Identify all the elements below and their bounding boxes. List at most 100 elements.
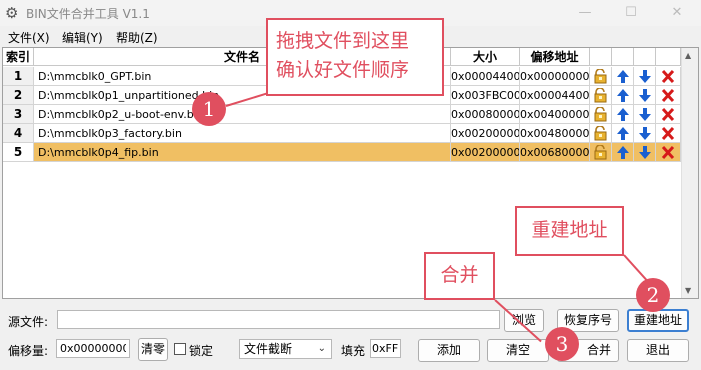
up-cell <box>612 105 634 124</box>
header-offset[interactable]: 偏移地址 <box>520 48 590 66</box>
row-index: 3 <box>3 105 34 124</box>
move-down-icon[interactable] <box>637 69 653 84</box>
row-filename: D:\mmcblk0p2_u-boot-env.bin <box>34 105 451 124</box>
row-index: 1 <box>3 67 34 86</box>
move-up-icon[interactable] <box>615 126 631 141</box>
drag-annotation-line2: 确认好文件顺序 <box>276 59 410 81</box>
lock-icon[interactable] <box>593 87 609 103</box>
down-cell <box>634 105 656 124</box>
down-cell <box>634 67 656 86</box>
exit-button[interactable]: 退出 <box>627 339 689 362</box>
lock-cell <box>590 143 612 162</box>
table-row[interactable]: 5 D:\mmcblk0p4_fip.bin 0x00200000 0x0068000… <box>3 143 681 162</box>
badge-3: 3 <box>545 327 579 361</box>
row-size: 0x00004400 <box>451 67 520 86</box>
rebuild-address-button[interactable]: 重建地址 <box>627 309 689 332</box>
delete-icon[interactable] <box>660 88 676 103</box>
lock-checkbox[interactable] <box>174 343 186 355</box>
offset-label: 偏移量: <box>8 344 49 358</box>
lock-icon[interactable] <box>593 68 609 84</box>
move-up-icon[interactable] <box>615 88 631 103</box>
source-file-input[interactable] <box>57 310 500 329</box>
move-up-icon[interactable] <box>615 107 631 122</box>
scroll-down-icon[interactable]: ▼ <box>685 286 691 295</box>
header-size[interactable]: 大小 <box>451 48 520 66</box>
move-down-icon[interactable] <box>637 88 653 103</box>
source-label: 源文件: <box>8 315 49 329</box>
window-title: BIN文件合并工具 V1.1 <box>26 7 150 21</box>
lock-cell <box>590 124 612 143</box>
row-filename: D:\mmcblk0p4_fip.bin <box>34 143 451 162</box>
drag-annotation-line1: 拖拽文件到这里 <box>276 30 410 52</box>
minimize-icon[interactable]: — <box>570 3 600 23</box>
header-index[interactable]: 索引 <box>3 48 34 66</box>
up-cell <box>612 124 634 143</box>
move-down-icon[interactable] <box>637 145 653 160</box>
lock-cell <box>590 105 612 124</box>
lock-cell <box>590 67 612 86</box>
rebuild-annotation-box: 重建地址 <box>515 206 624 256</box>
lock-icon[interactable] <box>593 125 609 141</box>
lock-icon[interactable] <box>593 144 609 160</box>
up-cell <box>612 67 634 86</box>
move-up-icon[interactable] <box>615 145 631 160</box>
row-size: 0x00080000 <box>451 105 520 124</box>
row-size: 0x003FBC00 <box>451 86 520 105</box>
fill-label: 填充 <box>341 344 366 358</box>
row-index: 2 <box>3 86 34 105</box>
mode-selected-value: 文件截断 <box>244 342 293 356</box>
row-offset: 0x00004400 <box>520 86 590 105</box>
vertical-scrollbar[interactable]: ▲ ▼ <box>681 48 698 298</box>
delete-icon[interactable] <box>660 107 676 122</box>
header-delete-col <box>656 48 681 66</box>
up-cell <box>612 143 634 162</box>
chevron-down-icon: ⌄ <box>317 343 326 354</box>
row-filename: D:\mmcblk0p3_factory.bin <box>34 124 451 143</box>
add-button[interactable]: 添加 <box>418 339 480 362</box>
row-offset: 0x00000000 <box>520 67 590 86</box>
lock-label: 锁定 <box>189 344 214 358</box>
header-lock-col <box>590 48 612 66</box>
table-row[interactable]: 3 D:\mmcblk0p2_u-boot-env.bin 0x00080000 0x… <box>3 105 681 124</box>
delete-icon[interactable] <box>660 126 676 141</box>
row-index: 4 <box>3 124 34 143</box>
delete-cell <box>656 67 681 86</box>
down-cell <box>634 124 656 143</box>
row-index: 5 <box>3 143 34 162</box>
lock-cell <box>590 86 612 105</box>
delete-cell <box>656 86 681 105</box>
up-cell <box>612 86 634 105</box>
move-down-icon[interactable] <box>637 107 653 122</box>
merge-annotation-box: 合并 <box>424 252 495 300</box>
header-down-col <box>634 48 656 66</box>
mode-select[interactable]: 文件截断 ⌄ <box>239 339 332 359</box>
move-up-icon[interactable] <box>615 69 631 84</box>
row-offset: 0x00680000 <box>520 143 590 162</box>
delete-cell <box>656 105 681 124</box>
app-gear-icon: ⚙ <box>5 4 19 22</box>
clear-zero-button[interactable]: 清零 <box>138 338 168 361</box>
move-down-icon[interactable] <box>637 126 653 141</box>
menu-edit[interactable]: 编辑(Y) <box>62 29 103 46</box>
lock-icon[interactable] <box>593 106 609 122</box>
close-icon[interactable]: ✕ <box>662 3 692 23</box>
maximize-icon[interactable]: ☐ <box>616 3 646 23</box>
drag-annotation-box: 拖拽文件到这里 确认好文件顺序 <box>266 18 444 96</box>
table-row[interactable]: 4 D:\mmcblk0p3_factory.bin 0x00200000 0x004… <box>3 124 681 143</box>
row-size: 0x00200000 <box>451 143 520 162</box>
badge-2: 2 <box>636 278 670 312</box>
scroll-up-icon[interactable]: ▲ <box>685 51 691 60</box>
delete-cell <box>656 124 681 143</box>
badge-1: 1 <box>192 92 226 126</box>
delete-icon[interactable] <box>660 145 676 160</box>
menu-help[interactable]: 帮助(Z) <box>116 29 158 46</box>
row-offset: 0x00400000 <box>520 105 590 124</box>
menu-file[interactable]: 文件(X) <box>8 29 50 46</box>
down-cell <box>634 86 656 105</box>
delete-icon[interactable] <box>660 69 676 84</box>
row-size: 0x00200000 <box>451 124 520 143</box>
row-offset: 0x00480000 <box>520 124 590 143</box>
offset-input[interactable] <box>56 339 130 358</box>
down-cell <box>634 143 656 162</box>
fill-input[interactable] <box>370 339 401 358</box>
